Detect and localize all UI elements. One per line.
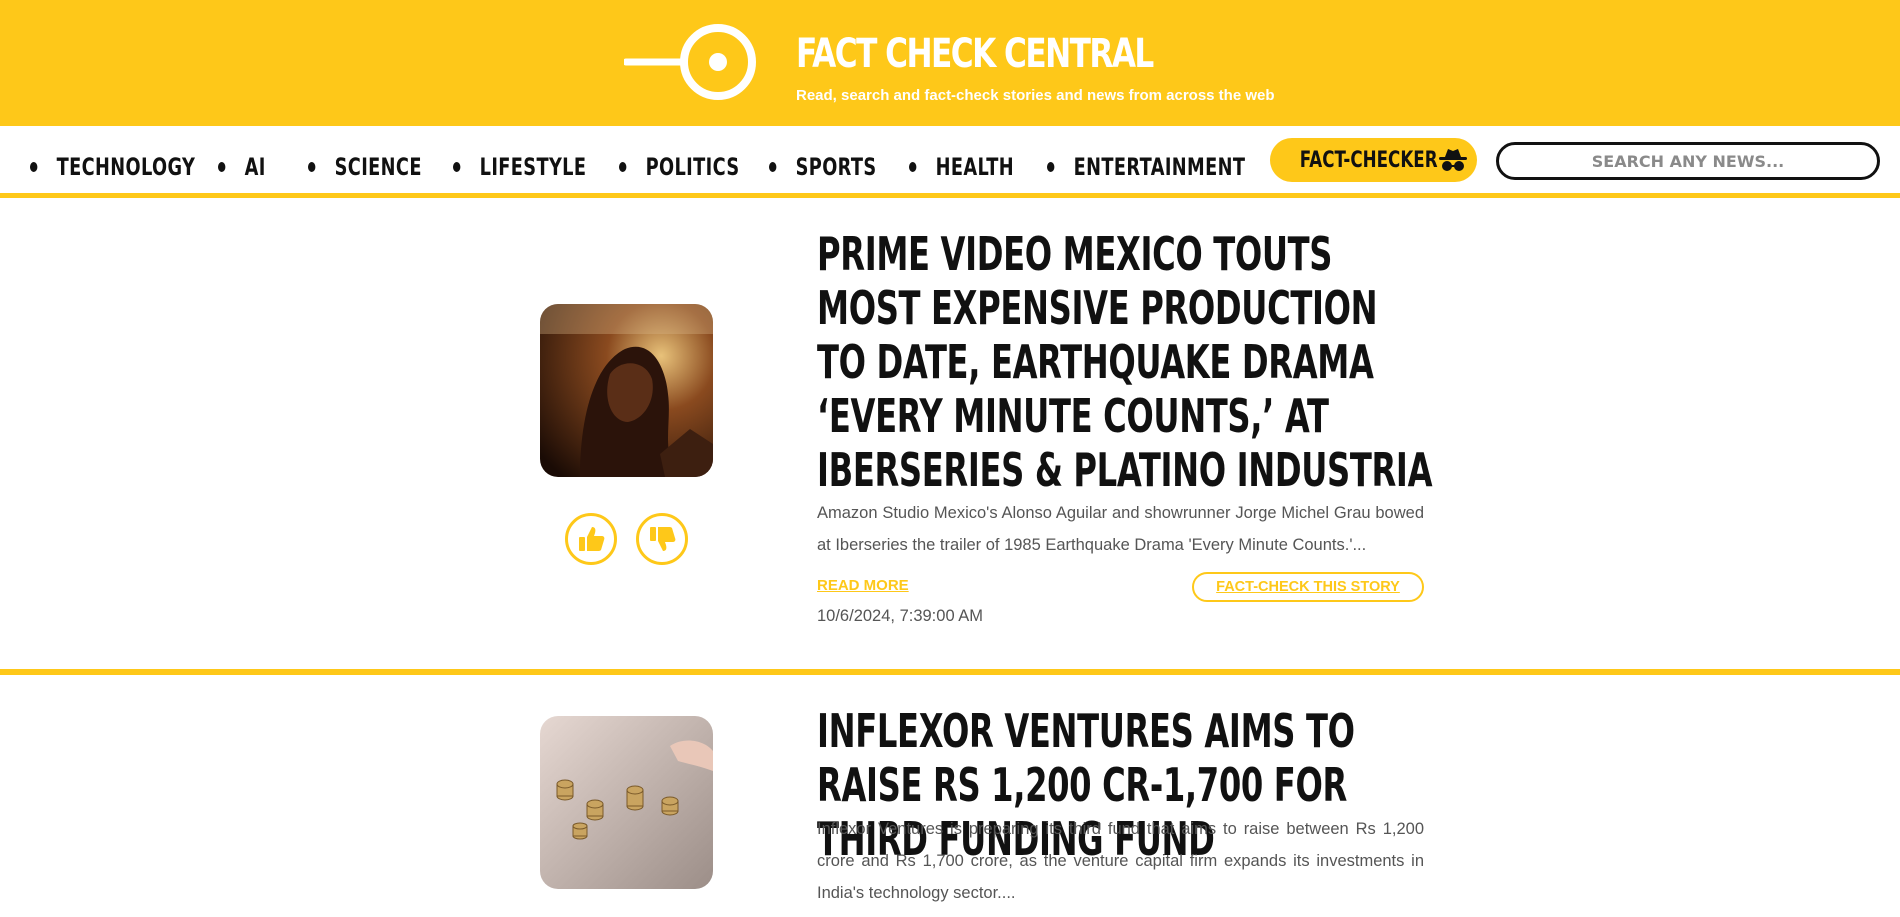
nav-item-politics[interactable]: POLITICS [619, 152, 740, 182]
article-headline[interactable]: PRIME VIDEO MEXICO TOUTS MOST EXPENSIVE … [817, 227, 1433, 497]
read-more-link[interactable]: READ MORE [817, 577, 909, 594]
magnifier-logo-icon[interactable] [624, 22, 760, 102]
fact-check-story-button[interactable]: FACT-CHECK THIS STORY [1192, 572, 1424, 602]
article-divider [0, 669, 1900, 675]
thumbs-up-icon [579, 527, 605, 551]
thumbs-down-icon [650, 527, 676, 551]
search-input[interactable] [1496, 142, 1880, 180]
bullet-icon [308, 162, 316, 172]
nav-item-label: HEALTH [935, 153, 1014, 181]
fact-checker-button[interactable]: FACT-CHECKER [1270, 138, 1477, 182]
nav-item-lifestyle[interactable]: LIFESTYLE [453, 152, 586, 182]
nav-item-label: AI [244, 153, 266, 181]
nav-item-label: SCIENCE [334, 153, 422, 181]
article-timestamp: 10/6/2024, 7:39:00 AM [817, 607, 984, 625]
nav-item-label: LIFESTYLE [479, 153, 587, 181]
nav-item-label: SPORTS [795, 153, 877, 181]
nav-item-ai[interactable]: AI [218, 152, 266, 182]
article-thumbnail-image[interactable] [540, 304, 713, 477]
fact-checker-label: FACT-CHECKER [1299, 147, 1438, 173]
site-title: FACT CHECK CENTRAL [796, 31, 1154, 77]
article-summary: Amazon Studio Mexico's Alonso Aguilar an… [817, 504, 1424, 554]
spy-icon [1439, 149, 1468, 171]
bullet-icon [909, 162, 917, 172]
article-summary: Inflexor Ventures is preparing its third… [817, 820, 1424, 902]
thumbs-up-button[interactable] [565, 513, 617, 565]
article-thumbnail-image[interactable] [540, 716, 713, 889]
nav-item-health[interactable]: HEALTH [909, 152, 1014, 182]
site-tagline: Read, search and fact-check stories and … [796, 87, 1275, 104]
thumbs-down-button[interactable] [636, 513, 688, 565]
nav-item-label: TECHNOLOGY [56, 153, 196, 181]
bullet-icon [1047, 162, 1055, 172]
nav-item-entertainment[interactable]: ENTERTAINMENT [1047, 152, 1245, 182]
nav-item-label: ENTERTAINMENT [1073, 153, 1246, 181]
nav-item-label: POLITICS [645, 153, 740, 181]
nav-item-science[interactable]: SCIENCE [308, 152, 422, 182]
bullet-icon [30, 162, 38, 172]
site-header: FACT CHECK CENTRAL Read, search and fact… [0, 0, 1900, 126]
nav-item-technology[interactable]: TECHNOLOGY [30, 152, 195, 182]
bullet-icon [619, 162, 627, 172]
bullet-icon [769, 162, 777, 172]
bullet-icon [453, 162, 461, 172]
bullet-icon [218, 162, 226, 172]
nav-item-sports[interactable]: SPORTS [769, 152, 877, 182]
category-nav: TECHNOLOGY AI SCIENCE LIFESTYLE POLITICS… [0, 126, 1900, 198]
